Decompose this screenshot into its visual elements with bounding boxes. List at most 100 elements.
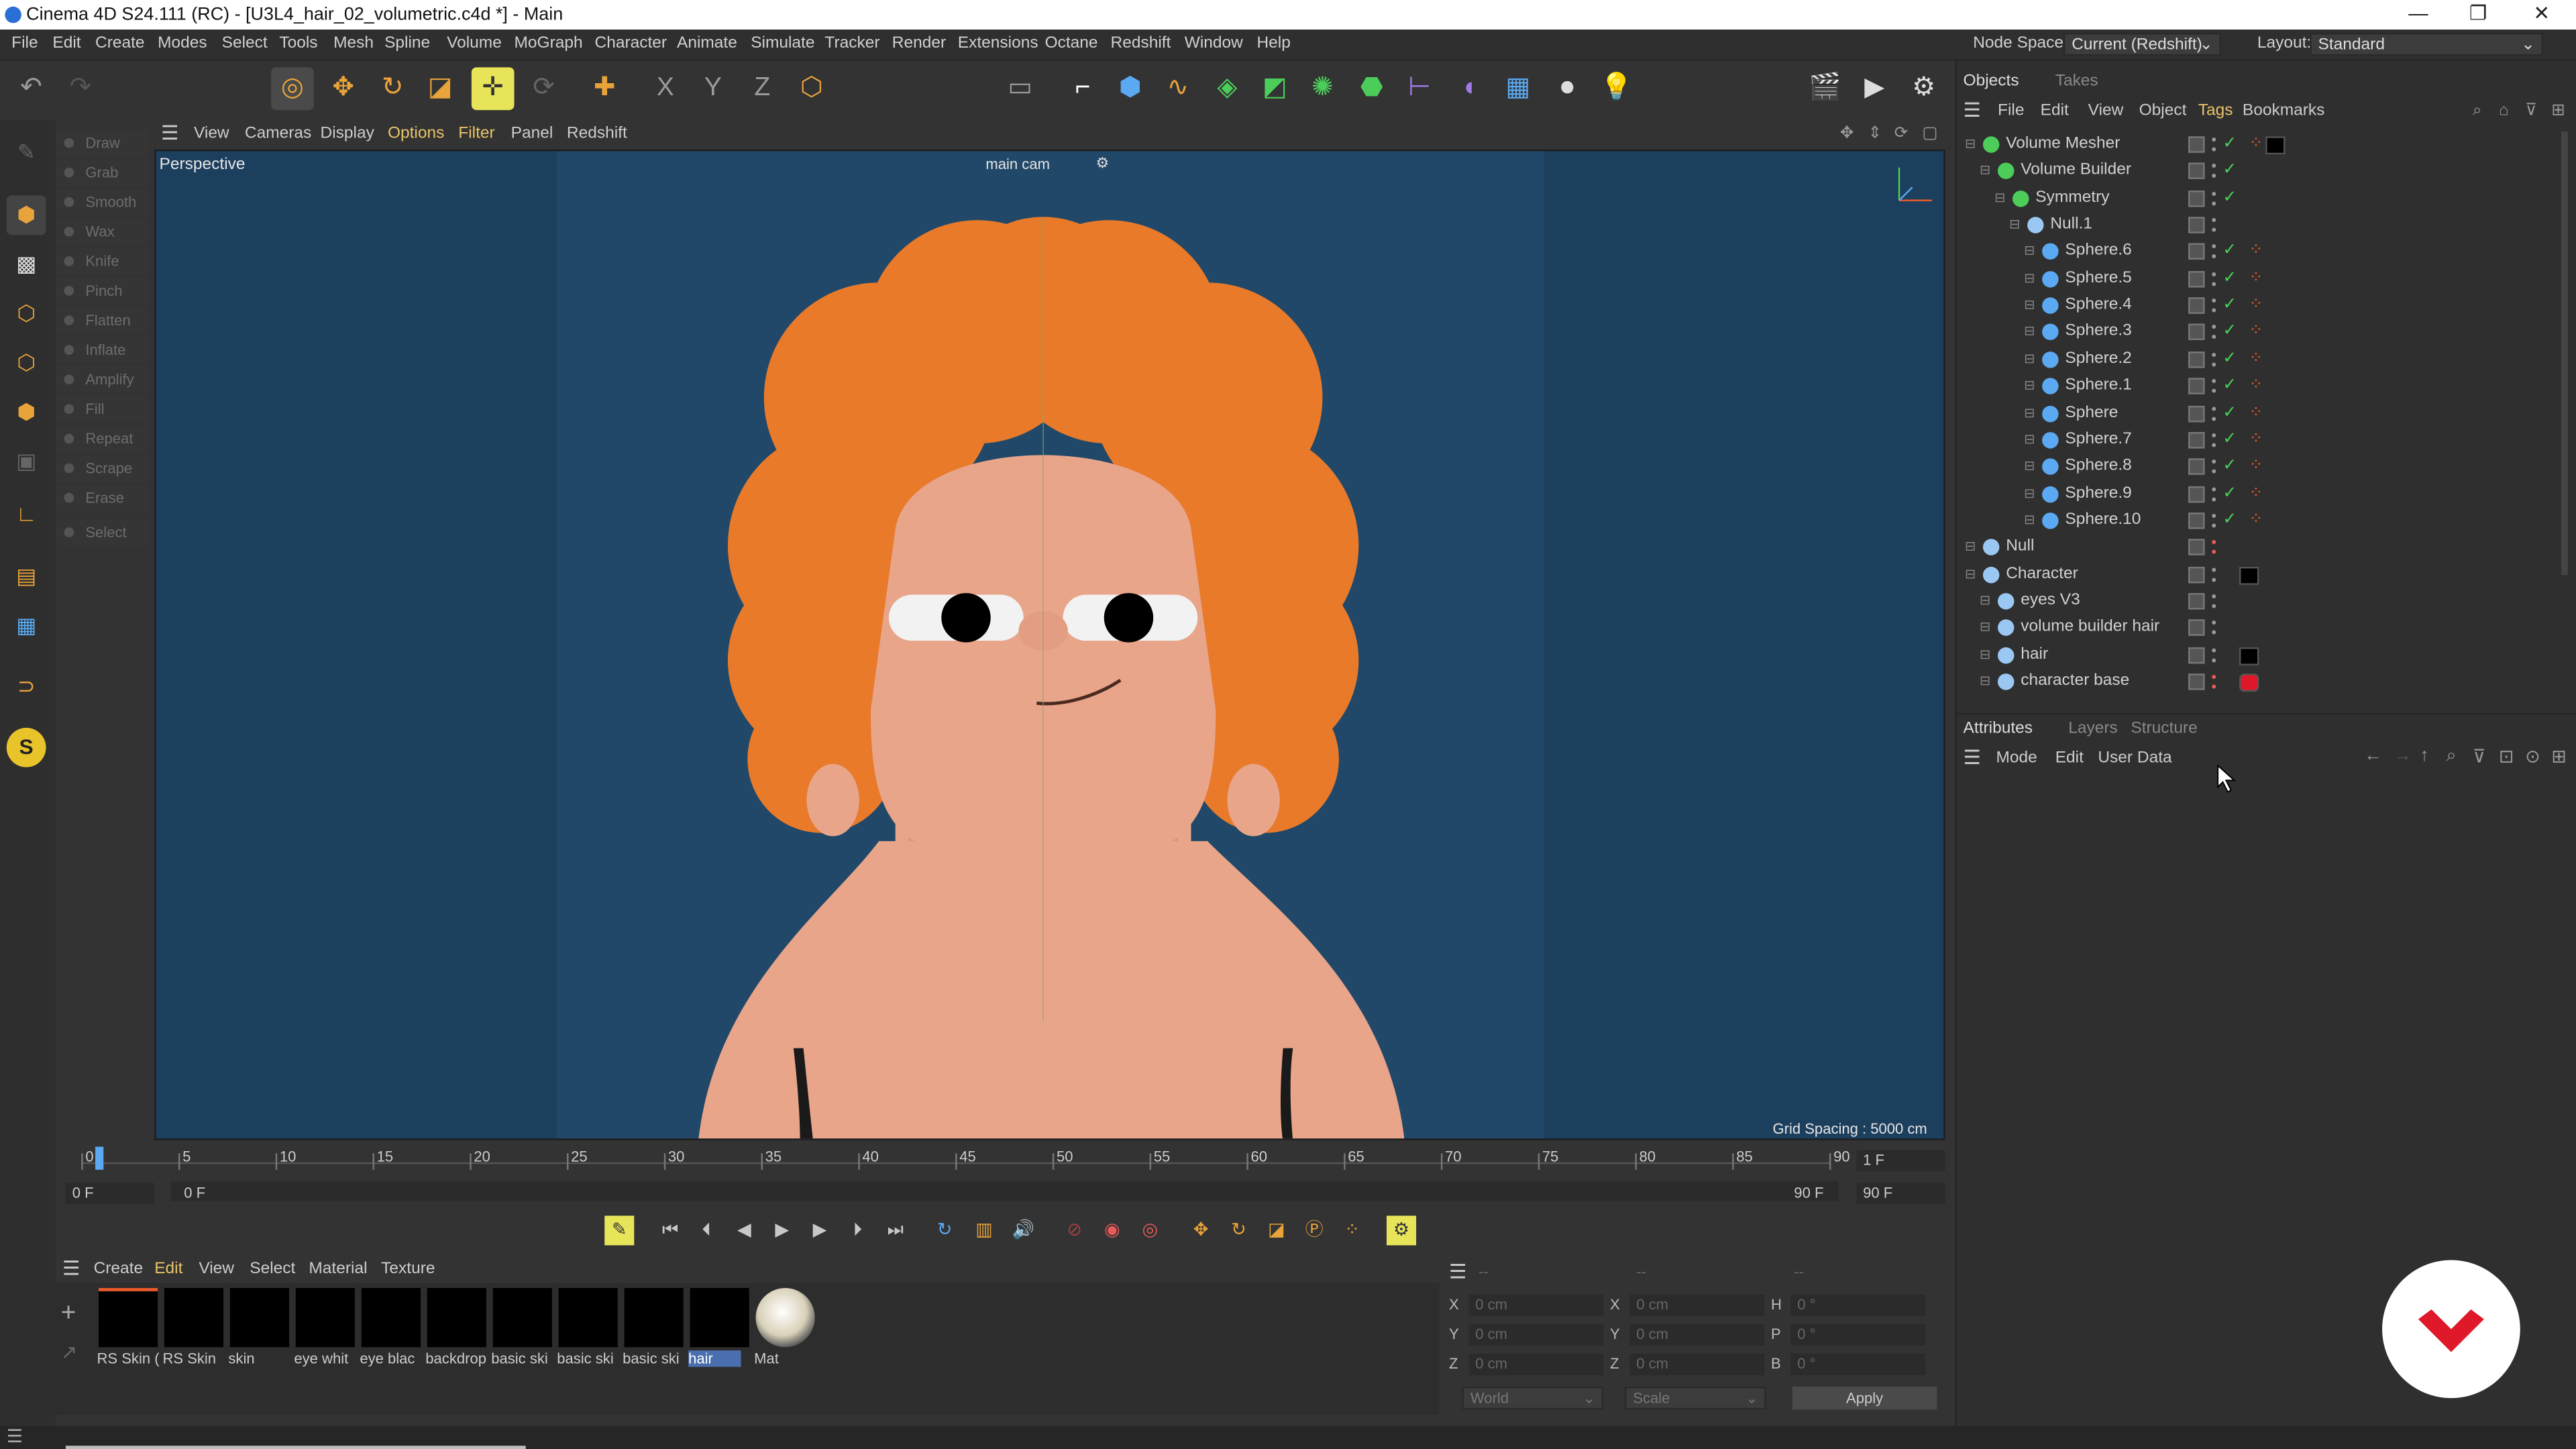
expand-toggle-icon[interactable]: ⊟ [1980,642,1990,668]
visibility-dots-icon[interactable]: • • [2211,159,2218,184]
expand-toggle-icon[interactable]: ⊟ [2024,319,2035,345]
node-space-dropdown[interactable]: Current (Redshift) ⌄ [2063,32,2222,56]
object-name[interactable]: Null.1 [2050,212,2092,238]
lock-icon[interactable]: ⊡ [2499,746,2514,767]
enabled-check-icon[interactable]: ✓ [2222,158,2237,184]
filter-icon[interactable]: ⊽ [2473,746,2486,767]
expand-toggle-icon[interactable]: ⊟ [2024,373,2035,399]
enabled-check-icon[interactable]: ✓ [2222,507,2237,533]
sculpt-grab[interactable]: Grab [56,159,148,186]
magnet-snap-icon[interactable]: ⊃ [7,667,46,706]
size-mode-dropdown[interactable]: Scale ⌄ [1625,1386,1766,1410]
selection-tool-icon[interactable]: ◎ [271,67,314,111]
visibility-dots-icon[interactable]: • • [2211,428,2218,453]
viewport-menu-options[interactable]: Options [388,125,444,143]
enabled-check-icon[interactable]: ✓ [2222,319,2237,345]
visibility-dots-icon[interactable]: • • [2211,643,2218,667]
z-axis-lock-icon[interactable]: Z [741,67,784,110]
layout-dropdown[interactable]: Standard ⌄ [2310,32,2544,56]
enabled-check-icon[interactable]: ✓ [2222,400,2237,426]
object-row[interactable]: ⊟ Sphere.8 • • ✓ ⁘ [1957,453,2565,480]
menu-simulate[interactable]: Simulate [751,34,814,52]
object-tree-scrollbar[interactable] [2561,131,2568,576]
cloner-icon[interactable]: ✺ [1301,67,1344,110]
layer-visibility-icon[interactable] [2188,324,2205,341]
material-menu-select[interactable]: Select [250,1260,295,1278]
material-menu-create[interactable]: Create [94,1260,144,1278]
previous-frame-icon[interactable]: ◀ [729,1216,759,1245]
sculpt-scrape[interactable]: Scrape [56,455,148,482]
layer-visibility-icon[interactable] [2188,270,2205,287]
material-menu-texture[interactable]: Texture [381,1260,435,1278]
layer-visibility-icon[interactable] [2188,351,2205,368]
menu-animate[interactable]: Animate [677,34,737,52]
keyframe-selection-icon[interactable]: ◎ [1135,1216,1165,1245]
sound-icon[interactable]: 🔊 [1009,1216,1038,1245]
tab-structure[interactable]: Structure [2131,720,2197,738]
object-name[interactable]: Sphere.6 [2065,239,2131,265]
phong-tag-icon[interactable]: ⁘ [2249,373,2263,399]
enabled-check-icon[interactable]: ✓ [2222,453,2237,480]
sculpt-knife[interactable]: Knife [56,248,148,274]
material-swatch[interactable] [98,1288,158,1348]
visibility-dots-icon[interactable]: • • [2211,401,2218,426]
expand-toggle-icon[interactable]: ⊟ [2024,427,2035,453]
viewport-maximize-icon[interactable]: ▢ [1922,125,1937,143]
object-row[interactable]: ⊟ Sphere.10 • • ✓ ⁘ [1957,507,2565,533]
menu-extensions[interactable]: Extensions [958,34,1038,52]
phong-tag-icon[interactable]: ⁘ [2249,131,2263,158]
coordinate-system-dropdown[interactable]: World ⌄ [1462,1386,1604,1410]
object-name[interactable]: Sphere.1 [2065,373,2131,399]
current-frame-field[interactable]: 1 F [1856,1150,1945,1172]
expand-toggle-icon[interactable]: ⊟ [1980,669,1990,695]
tab-attributes[interactable]: Attributes [1964,720,2033,738]
end-frame-field[interactable]: 90 F [1856,1183,1945,1205]
cube-primitive-icon[interactable]: ⬢ [1109,67,1152,110]
forward-arrow-icon[interactable]: → [2394,746,2412,765]
undo-icon[interactable]: ↶ [10,67,53,110]
viewport-menu-filter[interactable]: Filter [458,125,494,143]
play-icon[interactable]: ▶ [767,1216,797,1245]
spline-pen-icon[interactable]: ⌐ [1061,67,1104,110]
enabled-check-icon[interactable]: ✓ [2222,480,2237,506]
layer-visibility-icon[interactable] [2188,566,2205,583]
go-to-end-icon[interactable]: ⏭ [881,1216,910,1245]
expand-toggle-icon[interactable]: ⊟ [1965,131,1976,158]
render-to-picture-viewer-icon[interactable]: ▶ [1853,67,1896,110]
phong-tag-icon[interactable]: ⁘ [2249,480,2263,506]
coord-value-field[interactable]: 0 cm [1629,1294,1765,1316]
menu-select[interactable]: Select [222,34,268,52]
layer-visibility-icon[interactable] [2188,190,2205,207]
phong-tag-icon[interactable]: ⁘ [2249,292,2263,319]
extrude-generator-icon[interactable]: ◩ [1254,67,1297,110]
menu-octane[interactable]: Octane [1045,34,1098,52]
object-name[interactable]: Null [2006,535,2034,561]
expand-toggle-icon[interactable]: ⊟ [1980,158,1990,184]
spline-sketch-icon[interactable]: ∿ [1157,67,1199,110]
visibility-dots-icon[interactable]: • • [2211,374,2218,398]
x-axis-lock-icon[interactable]: X [644,67,687,110]
object-row[interactable]: ⊟ eyes V3 • • [1957,588,2565,614]
sculpt-erase[interactable]: Erase [56,484,148,511]
next-key-icon[interactable]: ⏵ [843,1216,872,1245]
object-name[interactable]: Sphere.5 [2065,266,2131,292]
object-row[interactable]: ⊟ hair • • [1957,642,2565,668]
phong-tag-icon[interactable]: ⁘ [2249,266,2263,292]
keyframe-mode-icon[interactable]: ✎ [604,1216,635,1246]
object-row[interactable]: ⊟ Null • • [1957,535,2565,561]
sculpt-wax[interactable]: Wax [56,218,148,245]
material-swatch[interactable] [164,1288,224,1348]
menu-mesh[interactable]: Mesh [333,34,374,52]
object-row[interactable]: ⊟ Sphere.3 • • ✓ ⁘ [1957,319,2565,345]
material-tag-icon[interactable] [2239,566,2259,584]
go-to-start-icon[interactable]: ⏮ [655,1216,685,1245]
enabled-check-icon[interactable]: ✓ [2222,131,2237,158]
visibility-dots-icon[interactable]: • • [2211,266,2218,291]
menu-help[interactable]: Help [1256,34,1290,52]
loop-icon[interactable]: ↻ [930,1216,959,1245]
phong-tag-icon[interactable]: ⁘ [2249,239,2263,265]
enabled-check-icon[interactable]: ✓ [2222,373,2237,399]
layer-visibility-icon[interactable] [2188,297,2205,314]
tab-layers[interactable]: Layers [2068,720,2118,738]
workplane-icon[interactable]: ▦ [7,606,46,646]
